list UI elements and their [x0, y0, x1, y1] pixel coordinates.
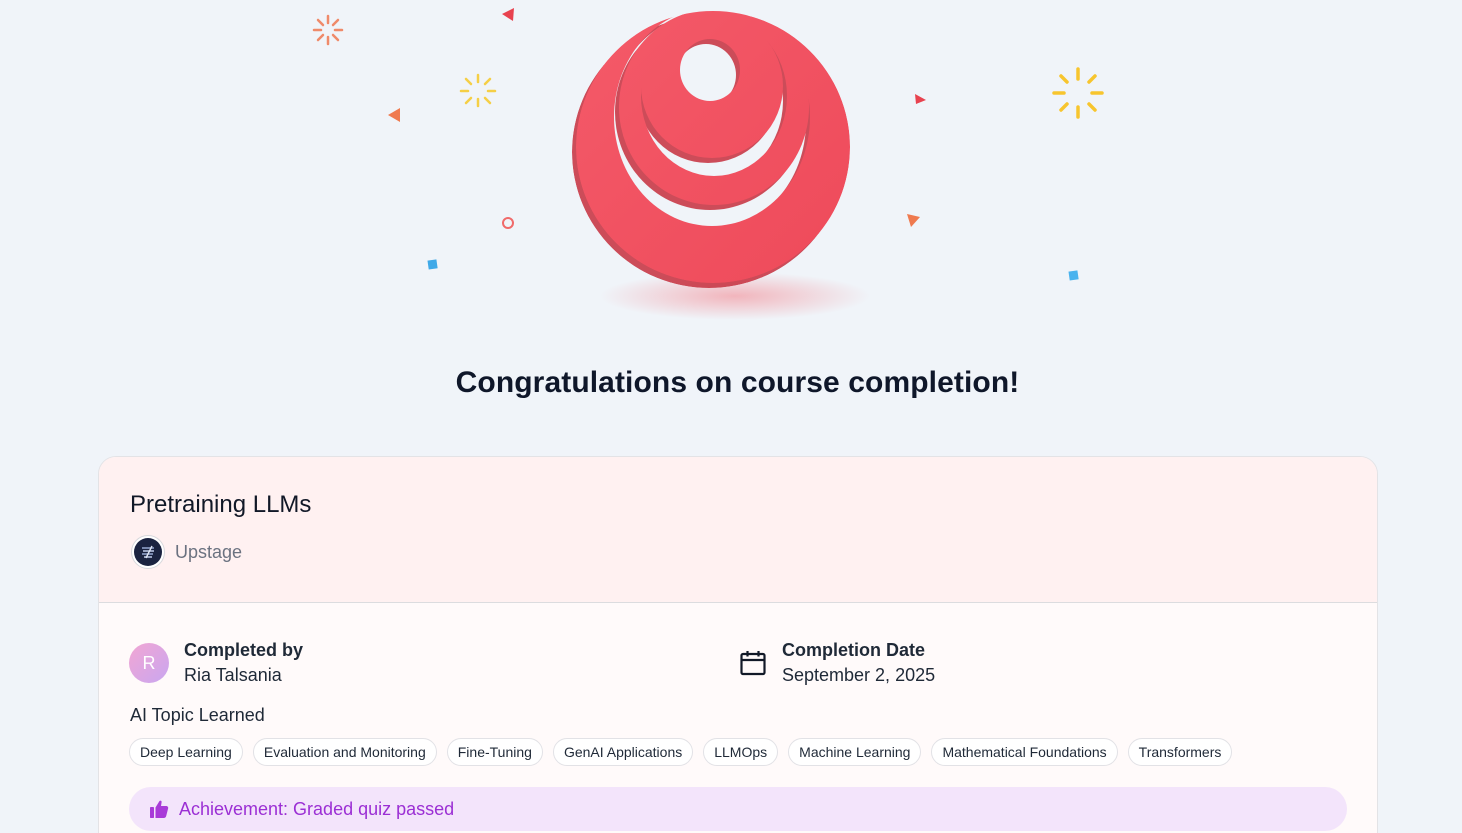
achievement-banner: Achievement: Graded quiz passed — [129, 787, 1347, 831]
provider-row: Upstage — [131, 535, 242, 569]
topic-chip: GenAI Applications — [552, 738, 694, 766]
avatar: R — [129, 643, 169, 683]
provider-name: Upstage — [175, 541, 243, 562]
course-details: R Completed by Ria Talsania Completion D… — [99, 603, 1377, 833]
calendar-icon — [740, 651, 766, 676]
congrats-headline: Congratulations on course completion! — [455, 366, 1020, 399]
topic-chip: Machine Learning — [788, 738, 922, 766]
topics-list: Deep Learning Evaluation and Monitoring … — [129, 738, 1233, 766]
topic-chip: LLMOps — [703, 738, 779, 766]
completed-by-name: Ria Talsania — [184, 665, 282, 685]
confetti-circle — [502, 217, 514, 229]
concentric-rings-icon — [576, 11, 850, 283]
topic-chip: Fine-Tuning — [446, 738, 543, 766]
topic-chip: Transformers — [1127, 738, 1233, 766]
confetti-triangle — [388, 108, 400, 122]
sparkle-yellow-large-icon — [1052, 67, 1104, 119]
completed-by-label: Completed by — [184, 640, 304, 660]
confetti-triangle — [907, 214, 920, 227]
sparkle-orange-icon — [312, 14, 344, 46]
completed-by-block: R Completed by Ria Talsania — [129, 638, 303, 688]
topic-chip: Mathematical Foundations — [931, 738, 1118, 766]
achievement-text: Achievement: Graded quiz passed — [179, 798, 455, 819]
topic-chip: Deep Learning — [129, 738, 243, 766]
confetti-square — [1068, 270, 1079, 281]
hero-illustration — [0, 0, 1462, 350]
completion-date-value: September 2, 2025 — [782, 665, 936, 685]
thumbs-up-icon — [150, 800, 169, 818]
celebration-artwork — [312, 8, 1104, 320]
sparkle-yellow-small-icon — [459, 73, 497, 108]
course-header: Pretraining LLMs Upstage — [99, 457, 1377, 603]
confetti-triangle — [915, 94, 926, 104]
course-card: Pretraining LLMs Upstage R Completed by … — [98, 456, 1378, 833]
topic-chip: Evaluation and Monitoring — [252, 738, 437, 766]
upstage-logo-icon — [131, 535, 165, 569]
confetti-triangle — [502, 8, 514, 21]
page: Congratulations on course completion! Pr… — [0, 0, 1462, 833]
completion-date-block: Completion Date September 2, 2025 — [739, 638, 935, 688]
completion-date-label: Completion Date — [782, 640, 926, 660]
confetti-square — [427, 259, 438, 270]
course-title: Pretraining LLMs — [130, 491, 312, 518]
topics-label: AI Topic Learned — [130, 705, 265, 725]
